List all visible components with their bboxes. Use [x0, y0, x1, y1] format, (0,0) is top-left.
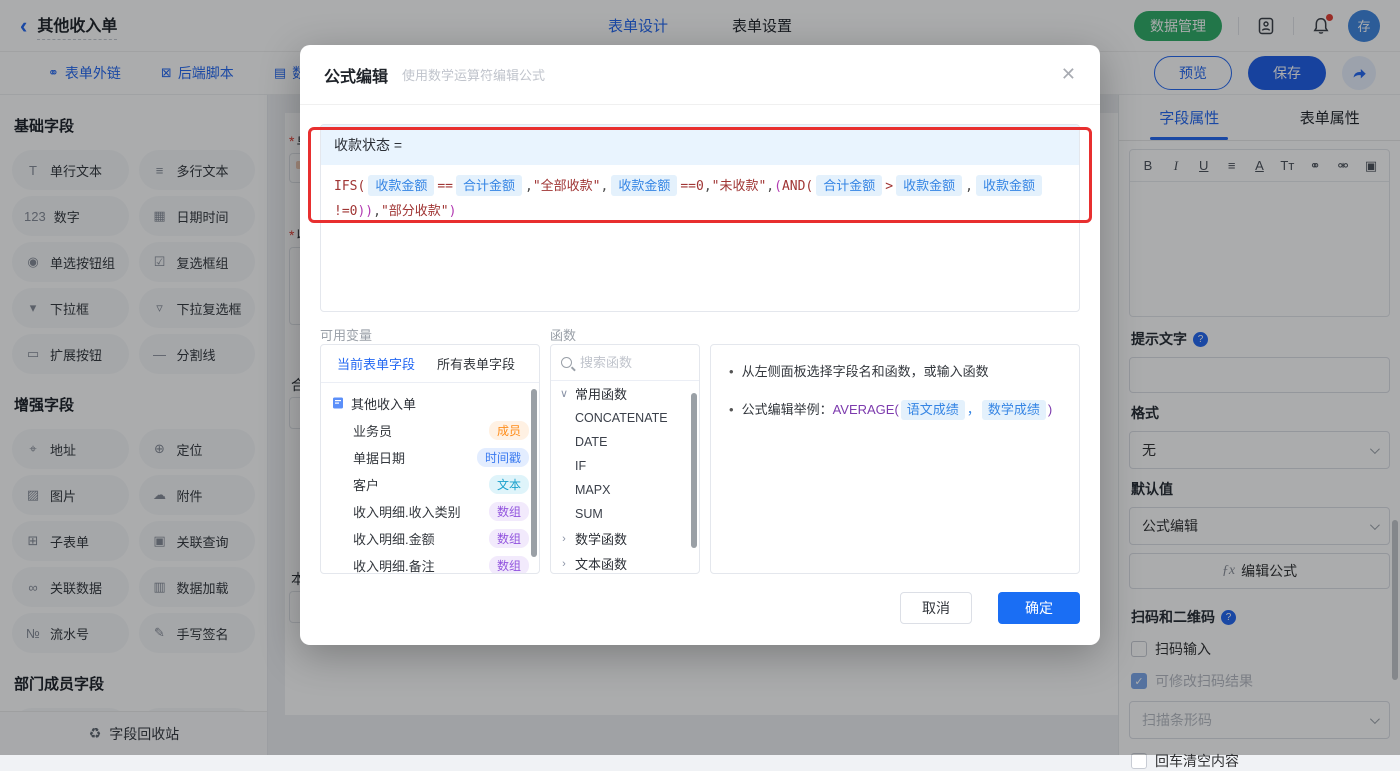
formula-token[interactable]: IFS(: [334, 179, 365, 194]
enter-clear-checkbox[interactable]: [1131, 753, 1147, 769]
example-comma: ，: [967, 402, 980, 417]
variable-name: 单据日期: [353, 448, 405, 467]
example-field-chip: 语文成绩: [901, 400, 965, 420]
function-item[interactable]: SUM: [551, 502, 699, 526]
modal-subtitle: 使用数学运算符编辑公式: [402, 65, 545, 84]
help-panel: • 从左侧面板选择字段名和函数，或输入函数 • 公式编辑举例：AVERAGE(语…: [710, 344, 1080, 574]
formula-token[interactable]: !=0: [334, 204, 357, 219]
function-group-common[interactable]: ∨ 常用函数: [551, 381, 699, 406]
formula-token[interactable]: ==: [437, 179, 453, 194]
formula-token[interactable]: ,: [600, 179, 608, 194]
cancel-button[interactable]: 取消: [900, 592, 972, 624]
formula-token[interactable]: "全部收款": [533, 179, 601, 194]
variable-type-badge: 数组: [489, 556, 529, 574]
example-prefix: 公式编辑举例：: [742, 402, 833, 417]
variable-row[interactable]: 单据日期 时间戳: [321, 444, 539, 471]
search-icon: [561, 357, 572, 368]
bullet: •: [729, 361, 734, 383]
help-line-1: 从左侧面板选择字段名和函数，或输入函数: [742, 361, 989, 383]
scrollbar-thumb[interactable]: [531, 389, 537, 557]
formula-token[interactable]: 收款金额: [368, 175, 434, 196]
formula-expression[interactable]: IFS(收款金额==合计金额,"全部收款",收款金额==0,"未收款",(AND…: [321, 165, 1079, 233]
variables-root[interactable]: 其他收入单: [321, 389, 539, 417]
variable-type-badge: 数组: [489, 502, 529, 521]
variable-row[interactable]: 收入明细.备注 数组: [321, 552, 539, 574]
tab-all-form-fields[interactable]: 所有表单字段: [437, 354, 515, 373]
function-item[interactable]: MAPX: [551, 478, 699, 502]
variable-type-badge: 文本: [489, 475, 529, 494]
example-field-chip: 数学成绩: [982, 400, 1046, 420]
function-search-input[interactable]: [580, 355, 680, 370]
formula-token[interactable]: "部分收款": [381, 204, 449, 219]
variable-name: 业务员: [353, 421, 392, 440]
bullet: •: [729, 399, 734, 421]
example-close-paren: ): [1048, 402, 1052, 417]
function-group-label: 常用函数: [575, 384, 627, 403]
formula-token[interactable]: (: [774, 179, 782, 194]
formula-token[interactable]: AND(: [782, 179, 813, 194]
formula-token[interactable]: >: [885, 179, 893, 194]
formula-token[interactable]: 合计金额: [816, 175, 882, 196]
variable-name: 收入明细.备注: [353, 556, 435, 574]
formula-token[interactable]: ,: [373, 204, 381, 219]
formula-token[interactable]: 合计金额: [456, 175, 522, 196]
example-function: AVERAGE(: [833, 402, 899, 417]
function-search[interactable]: [551, 345, 699, 381]
variable-type-badge: 时间戳: [477, 448, 529, 467]
variable-row[interactable]: 客户 文本: [321, 471, 539, 498]
equals-sign: =: [390, 137, 402, 153]
formula-token[interactable]: ,: [704, 179, 712, 194]
formula-token[interactable]: ==0: [680, 179, 703, 194]
chevron-down-icon: ∨: [559, 387, 569, 400]
formula-target-row: 收款状态 =: [321, 125, 1079, 165]
formula-editor-modal: 公式编辑 使用数学运算符编辑公式 ✕ 收款状态 = IFS(收款金额==合计金额…: [300, 45, 1100, 645]
function-group-label: 文本函数: [575, 554, 627, 573]
formula-token[interactable]: ,: [965, 179, 973, 194]
modal-title: 公式编辑: [324, 63, 388, 87]
formula-token[interactable]: ): [449, 204, 457, 219]
confirm-button[interactable]: 确定: [998, 592, 1080, 624]
scrollbar-thumb[interactable]: [691, 393, 697, 548]
functions-panel: ∨ 常用函数 CONCATENATEDATEIFMAPXSUM › 数学函数 ›…: [550, 344, 700, 574]
variable-type-badge: 成员: [489, 421, 529, 440]
formula-target-field: 收款状态: [334, 135, 390, 155]
function-group-label: 数学函数: [575, 529, 627, 548]
variable-row[interactable]: 收入明细.金额 数组: [321, 525, 539, 552]
formula-editor[interactable]: 收款状态 = IFS(收款金额==合计金额,"全部收款",收款金额==0,"未收…: [320, 124, 1080, 312]
variable-row[interactable]: 业务员 成员: [321, 417, 539, 444]
close-icon[interactable]: ✕: [1061, 64, 1076, 85]
chevron-right-icon: ›: [559, 533, 569, 545]
formula-token[interactable]: ,: [525, 179, 533, 194]
variables-root-label: 其他收入单: [351, 394, 416, 413]
variable-row[interactable]: 收入明细.收入类别 数组: [321, 498, 539, 525]
function-group[interactable]: › 文本函数: [551, 551, 699, 574]
variables-panel: 当前表单字段 所有表单字段 其他收入单 业务员 成员 单据日期 时间戳: [320, 344, 540, 574]
document-icon: [331, 396, 345, 410]
function-item[interactable]: CONCATENATE: [551, 406, 699, 430]
function-group[interactable]: › 数学函数: [551, 526, 699, 551]
formula-token[interactable]: 收款金额: [976, 175, 1042, 196]
functions-label: 函数: [550, 325, 576, 344]
variables-label: 可用变量: [320, 325, 372, 344]
function-item[interactable]: IF: [551, 454, 699, 478]
variable-name: 收入明细.收入类别: [353, 502, 461, 521]
chevron-right-icon: ›: [559, 558, 569, 570]
variable-type-badge: 数组: [489, 529, 529, 548]
formula-token[interactable]: 收款金额: [896, 175, 962, 196]
variable-name: 收入明细.金额: [353, 529, 435, 548]
tab-current-form-fields[interactable]: 当前表单字段: [337, 354, 415, 373]
formula-token[interactable]: ,: [766, 179, 774, 194]
help-example: 公式编辑举例：AVERAGE(语文成绩，数学成绩): [742, 399, 1053, 421]
function-item[interactable]: DATE: [551, 430, 699, 454]
formula-token[interactable]: "未收款": [712, 179, 767, 194]
formula-token[interactable]: 收款金额: [611, 175, 677, 196]
formula-token[interactable]: )): [357, 204, 373, 219]
variable-name: 客户: [353, 475, 379, 494]
